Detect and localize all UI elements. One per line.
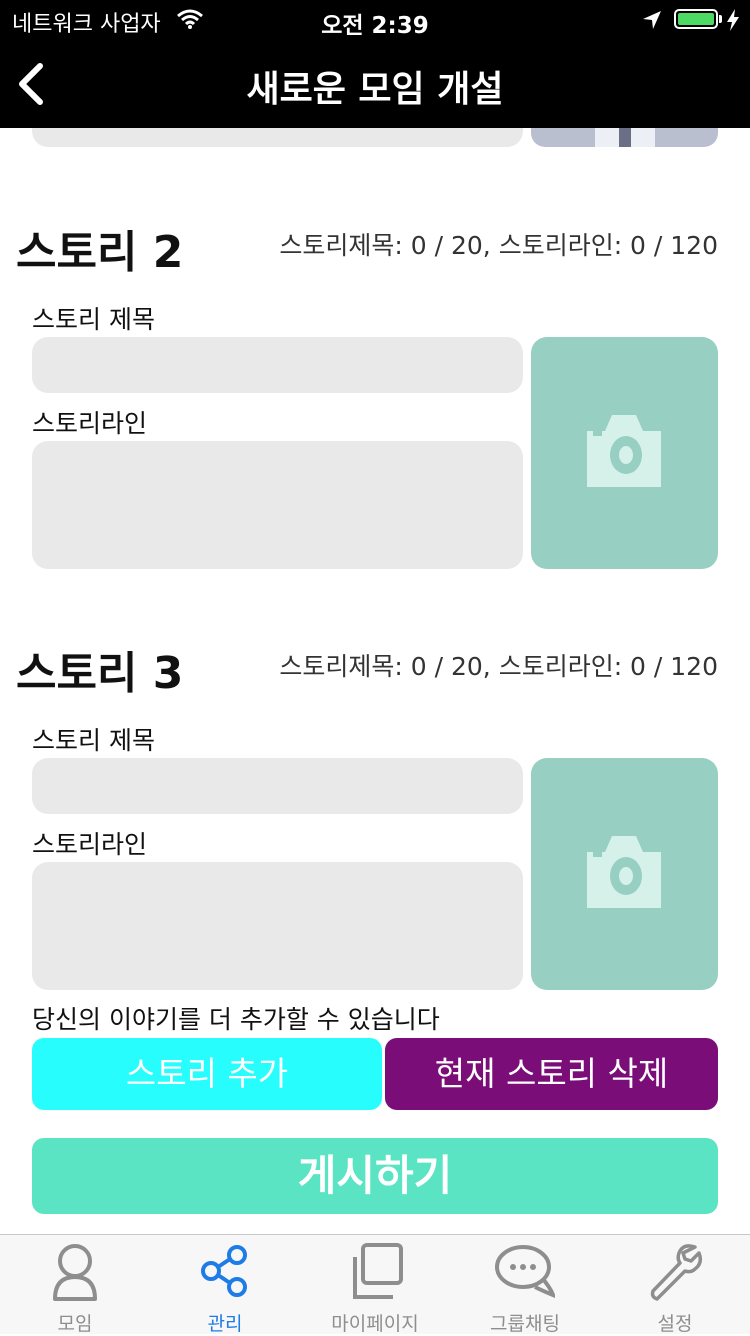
add-story-button[interactable]: 스토리 추가 (32, 1038, 382, 1110)
storyline-label: 스토리라인 (32, 409, 148, 438)
status-bar: 네트워크 사업자 오전 2:39 (0, 0, 750, 40)
storyline-input[interactable] (32, 441, 523, 569)
tab-label: 마이페이지 (331, 1313, 419, 1335)
add-story-hint: 당신의 이야기를 더 추가할 수 있습니다 (32, 1005, 440, 1034)
location-arrow-icon (642, 10, 662, 34)
tab-label: 모임 (57, 1313, 93, 1335)
camera-icon (587, 415, 661, 491)
delete-story-button[interactable]: 현재 스토리 삭제 (385, 1038, 718, 1110)
tab-group-chat[interactable]: 그룹채팅 (450, 1235, 600, 1335)
story-char-counter: 스토리제목: 0 / 20, 스토리라인: 0 / 120 (279, 652, 718, 681)
page-title: 새로운 모임 개설 (246, 69, 504, 110)
tab-label: 관리 (207, 1313, 243, 1335)
storyline-input[interactable] (32, 862, 523, 990)
storyline-label: 스토리라인 (32, 830, 148, 859)
story-title-label: 스토리 제목 (32, 305, 155, 334)
tab-mypage[interactable]: 마이페이지 (300, 1235, 450, 1335)
status-time: 오전 2:39 (321, 13, 429, 39)
story-heading: 스토리 3 (16, 648, 184, 699)
story-char-counter: 스토리제목: 0 / 20, 스토리라인: 0 / 120 (279, 231, 718, 260)
post-button[interactable]: 게시하기 (32, 1138, 718, 1214)
story-form-scroll-area[interactable]: 스토리 2 스토리제목: 0 / 20, 스토리라인: 0 / 120 스토리 … (0, 128, 750, 1234)
story-title-label: 스토리 제목 (32, 726, 155, 755)
charging-bolt-icon (727, 9, 739, 35)
tab-settings[interactable]: 설정 (600, 1235, 750, 1335)
battery-tip (719, 15, 722, 23)
camera-icon (587, 836, 661, 912)
story-title-input[interactable] (32, 758, 523, 814)
tab-meetings[interactable]: 모임 (0, 1235, 150, 1335)
tab-label: 설정 (657, 1313, 693, 1335)
navigation-bar: 새로운 모임 개설 (0, 40, 750, 128)
tab-bar: 모임 관리 마이페이지 그룹채팅 설정 (0, 1234, 750, 1335)
battery-icon (674, 9, 718, 29)
tab-manage[interactable]: 관리 (150, 1235, 300, 1335)
tab-label: 그룹채팅 (490, 1313, 560, 1335)
story-1-photo-partial[interactable] (531, 128, 718, 147)
story-title-input[interactable] (32, 337, 523, 393)
story-1-line-input-partial[interactable] (32, 128, 523, 147)
story-photo-picker[interactable] (531, 758, 718, 990)
story-photo-picker[interactable] (531, 337, 718, 569)
story-heading: 스토리 2 (16, 227, 184, 278)
